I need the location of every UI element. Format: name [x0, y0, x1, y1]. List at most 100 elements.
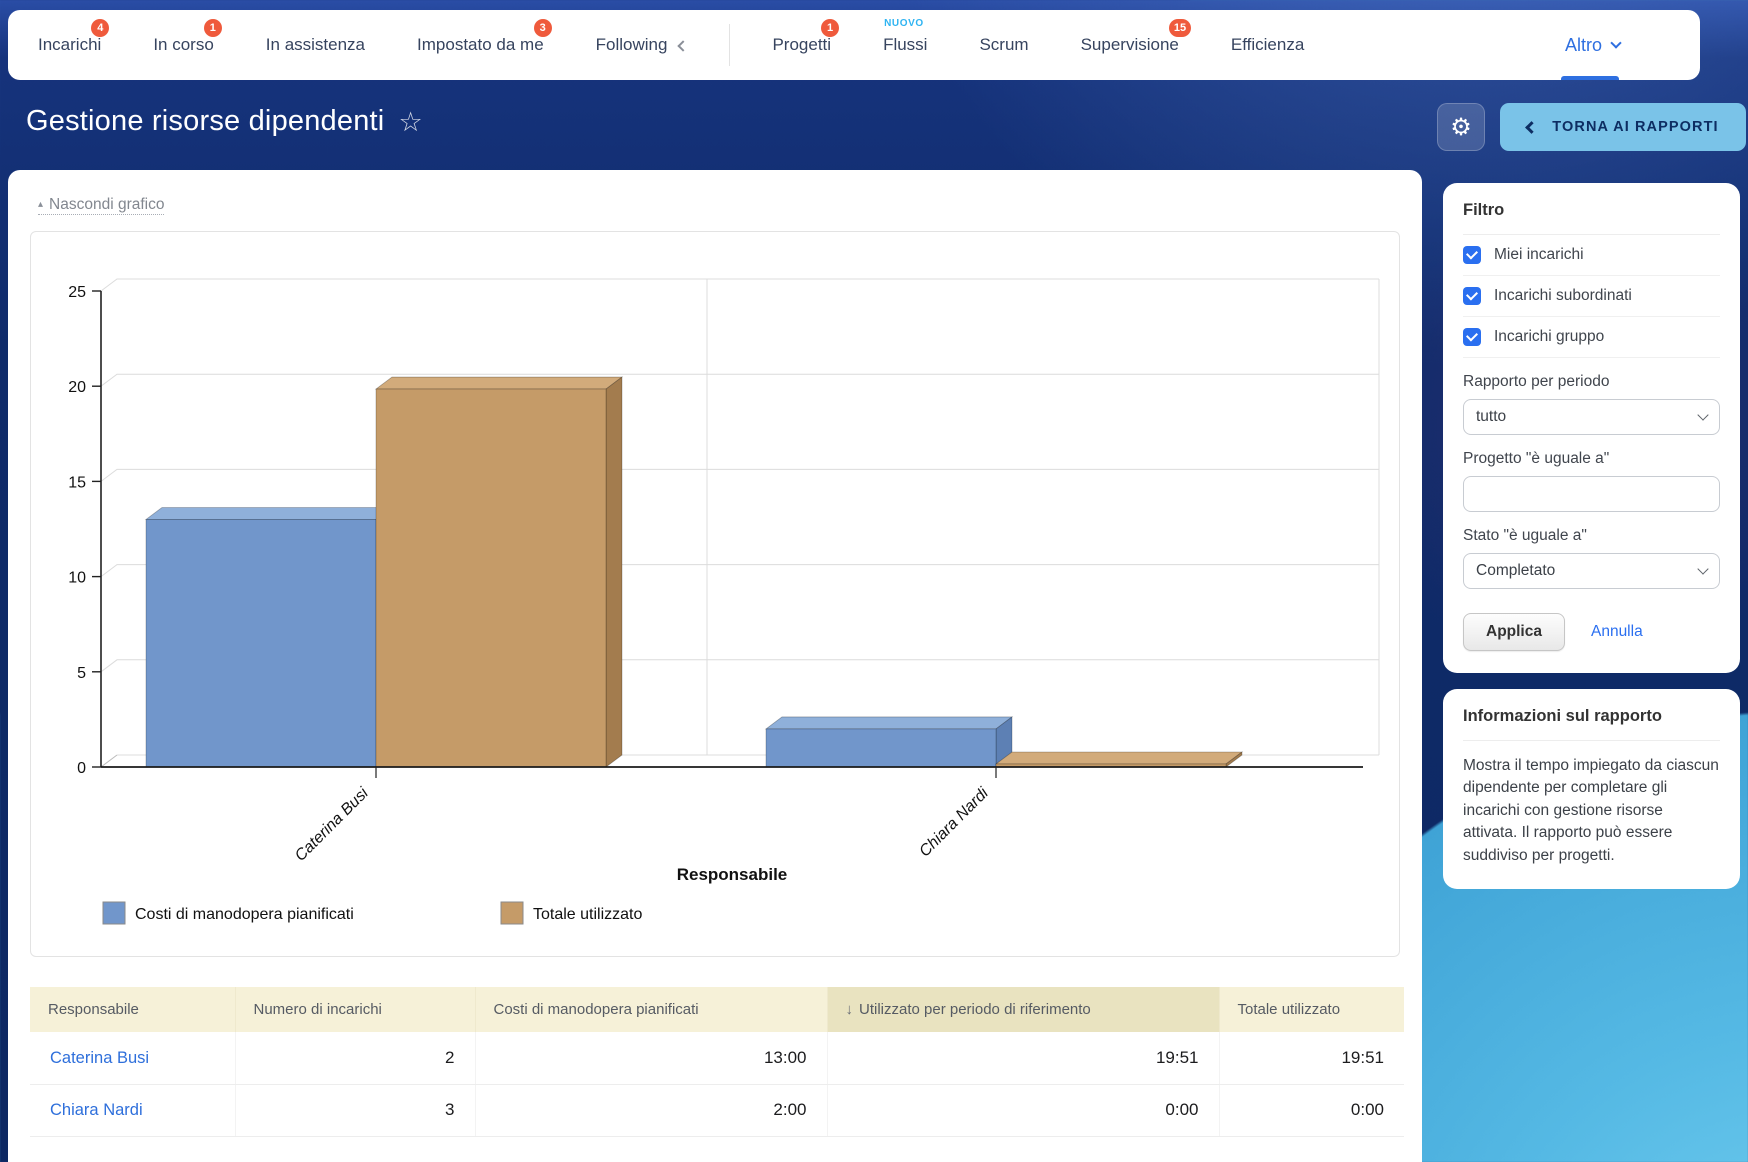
value-cell: 19:51: [1219, 1032, 1404, 1084]
back-to-reports-button[interactable]: TORNA AI RAPPORTI: [1500, 103, 1746, 151]
nav-item-progetti[interactable]: Progetti1: [772, 35, 831, 55]
checkbox-label: Incarichi subordinati: [1494, 287, 1632, 305]
sort-desc-icon: ↓: [846, 1001, 854, 1018]
nav-badge: 1: [821, 19, 839, 37]
nav-item-label: Supervisione: [1081, 35, 1179, 55]
sidebar: Filtro Miei incarichi Incarichi subordina…: [1443, 183, 1740, 889]
table-header-row: ResponsabileNumero di incarichiCosti di …: [30, 987, 1404, 1032]
nav-badge: 4: [91, 19, 109, 37]
responsible-cell: Chiara Nardi: [30, 1084, 235, 1136]
chevron-down-icon: [1610, 37, 1621, 48]
report-info-body: Mostra il tempo impiegato da ciascun dip…: [1463, 755, 1720, 867]
top-navigation: Incarichi4In corso1In assistenzaImpostat…: [8, 10, 1700, 80]
field-label: Stato "è uguale a": [1463, 527, 1720, 545]
page-title: Gestione risorse dipendenti: [26, 105, 384, 138]
svg-text:Responsabile: Responsabile: [677, 865, 788, 884]
new-tag: NUOVO: [884, 18, 924, 29]
nav-item-label: Progetti: [772, 35, 831, 55]
value-cell: 13:00: [475, 1032, 827, 1084]
filter-card: Filtro Miei incarichi Incarichi subordina…: [1443, 183, 1740, 673]
table-column-header[interactable]: Costi di manodopera pianificati: [475, 987, 827, 1032]
table-column-header[interactable]: Numero di incarichi: [235, 987, 475, 1032]
cancel-link[interactable]: Annulla: [1591, 623, 1643, 641]
nav-item-label: In assistenza: [266, 35, 365, 55]
filter-select[interactable]: tutto: [1463, 399, 1720, 435]
bar-chart-svg: 0 5 10 15 20 25 Caterina Busi Chiara Nardi Respo…: [31, 232, 1400, 956]
svg-text:Totale utilizzato: Totale utilizzato: [533, 906, 642, 923]
nav-item-label: In corso: [153, 35, 213, 55]
favorite-star-icon[interactable]: ☆: [398, 107, 422, 138]
nav-item-flussi[interactable]: FlussiNUOVO: [883, 35, 927, 55]
report-panel: ▴Nascondi grafico 0 5 10 15 20 25 Caterina Bus…: [8, 170, 1422, 1162]
bar-chart: 0 5 10 15 20 25 Caterina Busi Chiara Nardi Respo…: [30, 231, 1400, 957]
field-label: Rapporto per periodo: [1463, 373, 1720, 391]
value-cell: 2:00: [475, 1084, 827, 1136]
nav-item-altro[interactable]: Altro: [1565, 10, 1620, 80]
nav-item-label: Following: [596, 35, 668, 55]
nav-item-incarichi[interactable]: Incarichi4: [38, 35, 101, 55]
svg-text:10: 10: [68, 570, 86, 587]
nav-item-in-corso[interactable]: In corso1: [153, 35, 213, 55]
filter-title: Filtro: [1463, 201, 1720, 235]
value-cell: 0:00: [827, 1084, 1219, 1136]
nav-divider: [729, 24, 730, 66]
nav-badge: 15: [1169, 19, 1191, 37]
value-cell: 19:51: [827, 1032, 1219, 1084]
report-settings-button[interactable]: ⚙: [1437, 103, 1485, 151]
table-column-header[interactable]: Totale utilizzato: [1219, 987, 1404, 1032]
value-cell: 0:00: [1219, 1084, 1404, 1136]
svg-text:Chiara Nardi: Chiara Nardi: [916, 784, 992, 860]
responsible-link[interactable]: Chiara Nardi: [50, 1101, 143, 1119]
filter-input[interactable]: [1463, 476, 1720, 512]
svg-text:15: 15: [68, 474, 86, 491]
svg-text:Caterina Busi: Caterina Busi: [292, 784, 372, 864]
report-table: ResponsabileNumero di incarichiCosti di …: [30, 987, 1404, 1137]
svg-text:20: 20: [68, 379, 86, 396]
table-column-header[interactable]: Responsabile: [30, 987, 235, 1032]
report-info-title: Informazioni sul rapporto: [1463, 707, 1720, 741]
checkbox-checked-icon[interactable]: [1463, 287, 1481, 305]
field-label: Progetto "è uguale a": [1463, 450, 1720, 468]
nav-item-efficienza[interactable]: Efficienza: [1231, 35, 1304, 55]
responsible-cell: Caterina Busi: [30, 1032, 235, 1084]
checkbox-checked-icon[interactable]: [1463, 328, 1481, 346]
hide-chart-link[interactable]: ▴Nascondi grafico: [38, 196, 164, 215]
filter-checkbox-row[interactable]: Miei incarichi: [1463, 235, 1720, 276]
nav-item-label: Impostato da me: [417, 35, 544, 55]
page-header: Gestione risorse dipendenti ☆: [26, 104, 423, 138]
filter-select[interactable]: Completato: [1463, 553, 1720, 589]
chevron-left-icon: [678, 40, 689, 51]
checkbox-checked-icon[interactable]: [1463, 246, 1481, 264]
nav-item-supervisione[interactable]: Supervisione15: [1081, 35, 1179, 55]
nav-item-in-assistenza[interactable]: In assistenza: [266, 35, 365, 55]
filter-checkbox-row[interactable]: Incarichi subordinati: [1463, 276, 1720, 317]
svg-text:0: 0: [77, 760, 86, 777]
checkbox-label: Miei incarichi: [1494, 246, 1584, 264]
report-info-card: Informazioni sul rapporto Mostra il temp…: [1443, 689, 1740, 889]
nav-badge: 1: [204, 19, 222, 37]
nav-item-label: Scrum: [979, 35, 1028, 55]
nav-item-label: Flussi: [883, 35, 927, 55]
table-row: Caterina Busi213:0019:5119:51: [30, 1032, 1404, 1084]
table-column-header[interactable]: ↓Utilizzato per periodo di riferimento: [827, 987, 1219, 1032]
chevron-left-icon: [1525, 121, 1538, 134]
nav-item-scrum[interactable]: Scrum: [979, 35, 1028, 55]
svg-text:Costi di manodopera pianificat: Costi di manodopera pianificati: [135, 906, 354, 923]
nav-item-impostato-da-me[interactable]: Impostato da me3: [417, 35, 544, 55]
value-cell: 3: [235, 1084, 475, 1136]
collapse-triangle-icon: ▴: [38, 199, 43, 210]
nav-item-label: Incarichi: [38, 35, 101, 55]
apply-button[interactable]: Applica: [1463, 613, 1565, 651]
svg-text:5: 5: [77, 665, 86, 682]
checkbox-label: Incarichi gruppo: [1494, 328, 1604, 346]
svg-text:25: 25: [68, 284, 86, 301]
nav-item-label: Efficienza: [1231, 35, 1304, 55]
back-button-label: TORNA AI RAPPORTI: [1552, 119, 1718, 135]
gear-icon: ⚙: [1450, 115, 1472, 139]
table-row: Chiara Nardi32:000:000:00: [30, 1084, 1404, 1136]
nav-badge: 3: [534, 19, 552, 37]
responsible-link[interactable]: Caterina Busi: [50, 1049, 149, 1067]
filter-checkbox-row[interactable]: Incarichi gruppo: [1463, 317, 1720, 358]
nav-item-label: Altro: [1565, 35, 1602, 56]
nav-item-following[interactable]: Following: [596, 35, 688, 55]
